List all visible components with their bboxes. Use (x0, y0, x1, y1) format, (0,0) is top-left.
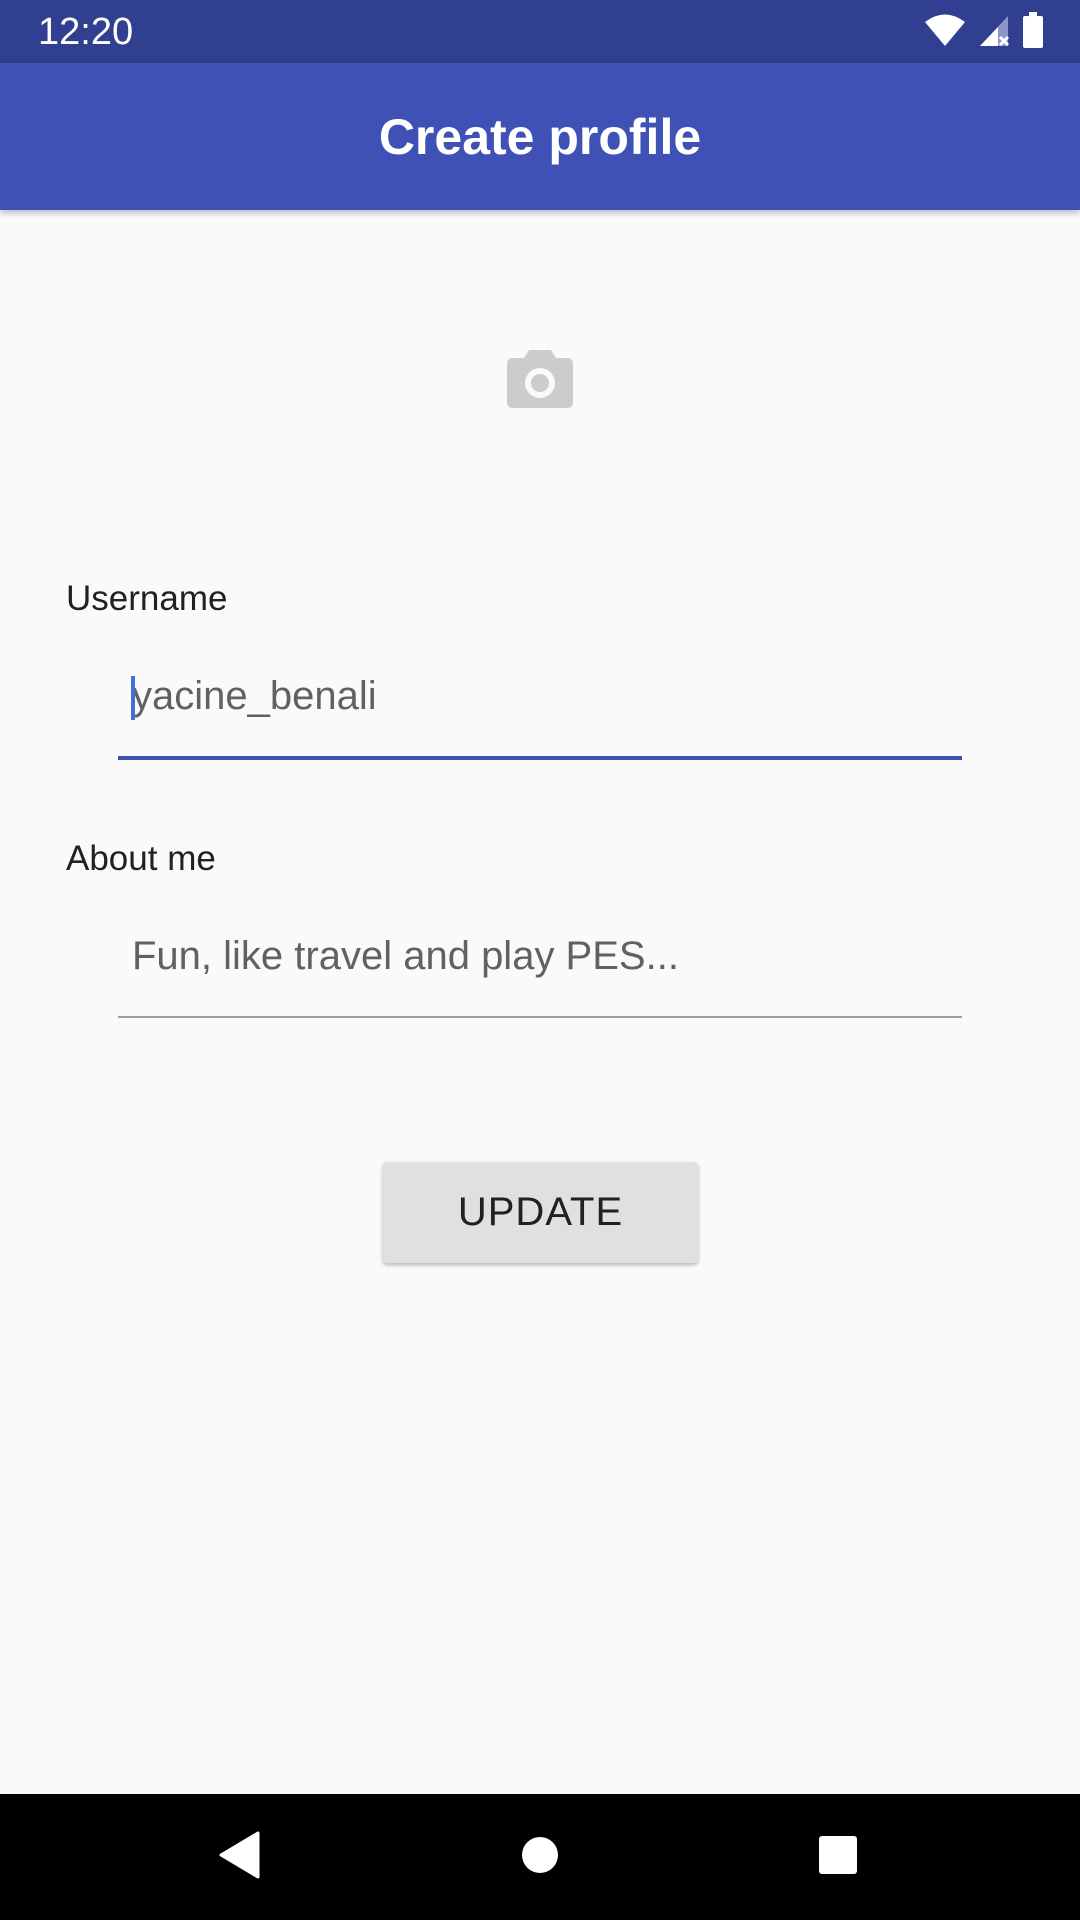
status-bar: 12:20 (0, 0, 1080, 63)
battery-icon (1022, 11, 1044, 53)
screen: 12:20 Create profile Username yacine_ben… (0, 0, 1080, 1920)
home-button[interactable] (500, 1817, 580, 1897)
recents-icon (818, 1835, 858, 1880)
cell-signal-icon (978, 13, 1010, 52)
username-underline (118, 756, 962, 760)
camera-icon (507, 348, 573, 413)
username-label: Username (66, 579, 228, 618)
recents-button[interactable] (798, 1817, 878, 1897)
text-cursor (131, 676, 135, 720)
about-field (118, 908, 962, 1008)
about-label: About me (66, 839, 216, 878)
app-bar: Create profile (0, 63, 1080, 210)
username-field (118, 648, 962, 748)
page-title: Create profile (378, 109, 702, 165)
about-input[interactable] (118, 908, 962, 1004)
wifi-icon (924, 13, 966, 52)
home-icon (520, 1835, 560, 1880)
update-button[interactable]: UPDATE (383, 1162, 698, 1263)
status-icons (924, 11, 1044, 53)
nav-bar (0, 1794, 1080, 1920)
username-input[interactable] (118, 648, 962, 744)
status-time: 12:20 (38, 11, 134, 53)
about-underline (118, 1016, 962, 1018)
back-icon (218, 1831, 262, 1884)
profile-photo-button[interactable] (490, 330, 590, 430)
back-button[interactable] (200, 1817, 280, 1897)
